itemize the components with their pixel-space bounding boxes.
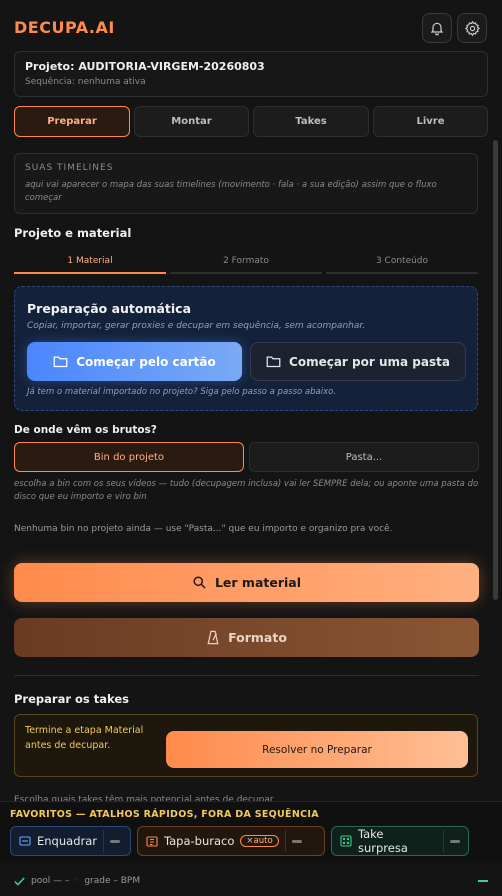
status-separator: · <box>75 876 79 886</box>
folder-icon <box>266 356 281 368</box>
status-indicator <box>478 880 488 882</box>
search-icon <box>193 576 206 589</box>
tab-montar[interactable]: Montar <box>134 106 249 137</box>
material-section-title: Projeto e material <box>14 226 132 240</box>
chip-divider <box>284 830 286 852</box>
takes-prep-title: Preparar os takes <box>14 692 129 706</box>
scrollbar-thumb[interactable] <box>493 140 498 600</box>
sequence-status: Sequência: nenhuma ativa <box>25 77 146 87</box>
chip-divider <box>443 830 445 852</box>
notifications-button[interactable] <box>422 13 452 43</box>
start-from-folder-button[interactable]: Começar por uma pasta <box>250 342 466 381</box>
auto-badge: ×auto <box>240 835 279 847</box>
favorite-tapa-buraco-label: Tapa-buraco <box>164 834 235 848</box>
folder-icon <box>53 356 68 368</box>
favorite-take-surpresa[interactable]: Take surpresa <box>331 826 469 856</box>
section-divider <box>14 675 479 676</box>
status-info: pool — – · grade – BPM <box>14 876 140 886</box>
start-from-folder-label: Começar por uma pasta <box>289 354 450 369</box>
drag-handle-icon[interactable] <box>110 839 120 843</box>
tab-takes[interactable]: Takes <box>253 106 369 137</box>
step-conteudo-indicator <box>326 272 478 274</box>
favorite-enquadrar-label: Enquadrar <box>37 834 97 848</box>
grade-status: grade – BPM <box>84 876 141 886</box>
drag-handle-icon[interactable] <box>291 839 302 843</box>
start-from-card-label: Começar pelo cartão <box>76 354 216 369</box>
step-material-indicator <box>14 272 166 274</box>
read-material-label: Ler material <box>214 575 302 590</box>
takes-prep-warning: Termine a etapa Material antes de decupa… <box>25 725 144 751</box>
project-title: Projeto: AUDITORIA-VIRGEM-20260803 <box>25 60 265 73</box>
source-help: escolha a bin com os seus vídeos — tudo … <box>14 479 479 502</box>
timelines-panel: SUAS TIMELINES aqui vai aparecer o mapa … <box>14 153 478 214</box>
step-formato[interactable]: 2 Formato <box>170 256 322 273</box>
metronome-icon <box>207 630 219 645</box>
timelines-label: SUAS TIMELINES <box>25 163 114 173</box>
step-formato-indicator <box>170 272 322 274</box>
drag-handle-icon[interactable] <box>450 839 461 843</box>
source-folder-button[interactable]: Pasta... <box>249 442 479 472</box>
frame-icon <box>19 836 31 846</box>
chip-divider <box>103 830 104 852</box>
source-question: De onde vêm os brutos? <box>14 424 157 436</box>
read-material-button[interactable]: Ler material <box>14 563 479 602</box>
source-bin-button[interactable]: Bin do projeto <box>14 442 244 472</box>
dice-icon <box>340 835 352 847</box>
favorite-take-surpresa-label: Take surpresa <box>358 827 408 855</box>
project-info: Projeto: AUDITORIA-VIRGEM-20260803 Sequê… <box>14 51 488 97</box>
step-conteudo[interactable]: 3 Conteúdo <box>326 256 478 273</box>
bell-icon <box>430 22 444 36</box>
step-material[interactable]: 1 Material <box>14 256 166 273</box>
resolve-in-prepare-button[interactable]: Resolver no Preparar <box>166 731 468 768</box>
auto-prep-note: Já tem o material importado no projeto? … <box>27 387 337 397</box>
app-logo: DECUPA.AI <box>14 18 115 37</box>
format-button[interactable]: Formato <box>14 618 479 657</box>
pool-status: pool — – <box>31 876 70 886</box>
gear-icon <box>464 20 480 36</box>
film-icon <box>146 835 158 847</box>
start-from-card-button[interactable]: Começar pelo cartão <box>27 342 242 381</box>
format-label: Formato <box>228 630 287 645</box>
source-empty-message: Nenhuma bin no projeto ainda — use "Past… <box>14 524 393 534</box>
tab-livre[interactable]: Livre <box>373 106 488 137</box>
settings-button[interactable] <box>457 13 487 43</box>
auto-prep-title: Preparação automática <box>27 301 192 316</box>
timelines-description: aqui vai aparecer o mapa das suas timeli… <box>25 180 437 203</box>
auto-prep-subtitle: Copiar, importar, gerar proxies e decupa… <box>27 321 366 331</box>
favorite-tapa-buraco[interactable]: Tapa-buraco ×auto <box>137 826 325 856</box>
favorites-title: FAVORITOS — ATALHOS RÁPIDOS, FORA DA SEQ… <box>10 809 319 820</box>
favorite-enquadrar[interactable]: Enquadrar <box>10 826 131 856</box>
check-icon <box>14 876 25 886</box>
tab-preparar[interactable]: Preparar <box>14 106 130 137</box>
